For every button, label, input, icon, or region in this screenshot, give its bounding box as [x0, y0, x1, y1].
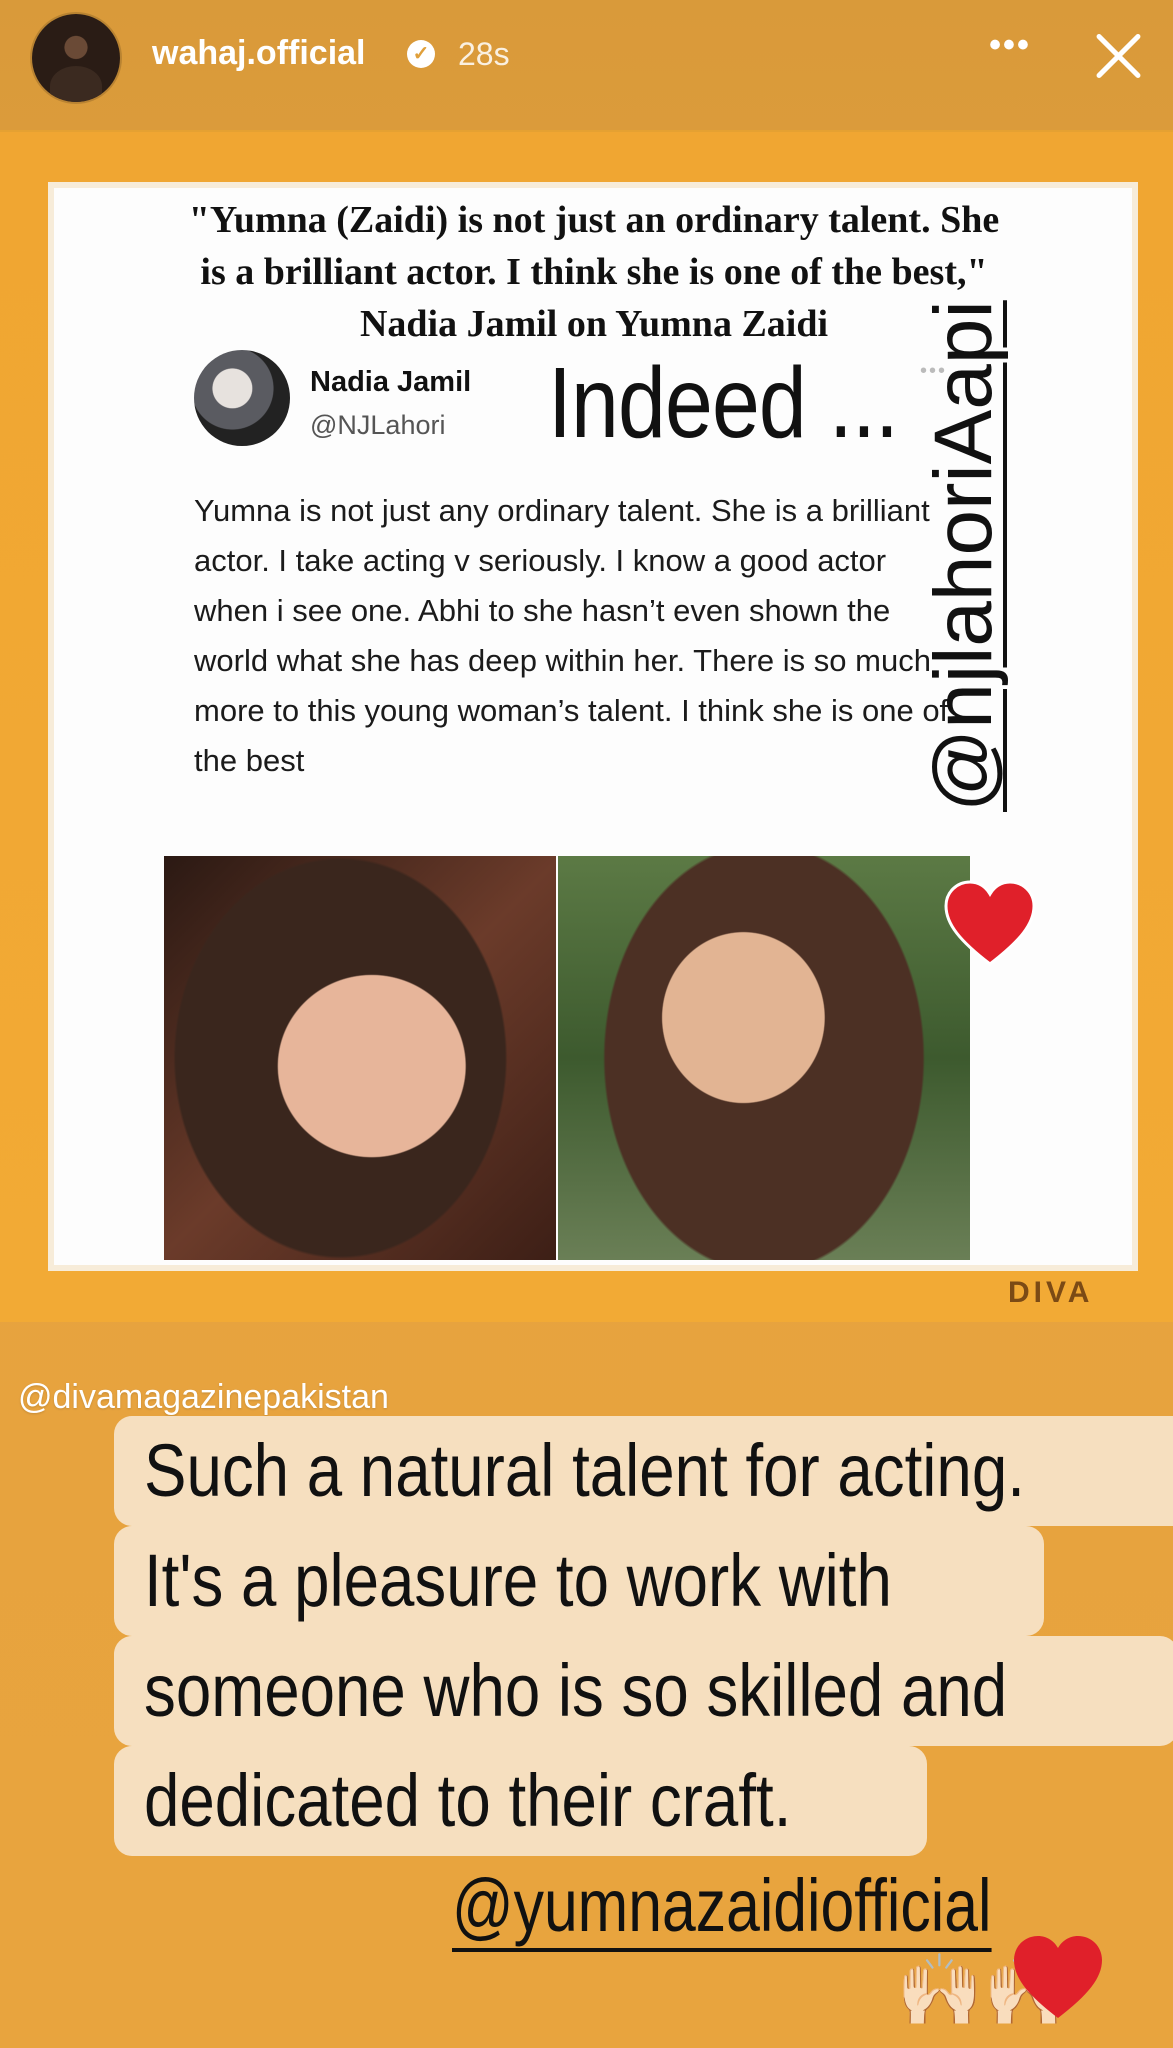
- tweet-body: Yumna is not just any ordinary talent. S…: [194, 493, 949, 778]
- caption-line-3: someone who is so skilled and: [114, 1636, 1173, 1746]
- diva-logo: DIVA: [1008, 1276, 1094, 1309]
- tweet-author-name: Nadia Jamil: [310, 366, 472, 398]
- text-sticker-indeed: Indeed ...: [548, 347, 899, 459]
- heart-icon: [1014, 1936, 1102, 2018]
- story-header: wahaj.official ✓ 28s •••: [0, 0, 1173, 130]
- verified-badge-icon: ✓: [407, 40, 435, 68]
- headline-line-1: "Yumna (Zaidi) is not just an ordinary t…: [188, 199, 1000, 241]
- caption-text-sticker: Such a natural talent for acting. It's a…: [114, 1416, 1173, 1880]
- shared-post-card[interactable]: "Yumna (Zaidi) is not just an ordinary t…: [0, 130, 1173, 1322]
- caption-line-4: dedicated to their craft.: [114, 1746, 927, 1856]
- tweet-author-handle: @NJLahori: [310, 410, 446, 440]
- mention-sticker-njlahori[interactable]: @njlahoriAapi: [905, 252, 1025, 812]
- story-timestamp: 28s: [458, 36, 510, 72]
- profile-avatar[interactable]: [32, 14, 120, 102]
- photo-nadia-jamil: [164, 856, 556, 1260]
- caption-line-2: It's a pleasure to work with: [114, 1526, 1044, 1636]
- more-options-icon[interactable]: •••: [985, 28, 1035, 62]
- username[interactable]: wahaj.official: [152, 34, 366, 73]
- tweet-avatar: [194, 350, 290, 446]
- photo-yumna-zaidi: [558, 856, 970, 1260]
- mention-sticker-label[interactable]: @njlahoriAapi: [918, 300, 1009, 812]
- close-icon[interactable]: [1090, 28, 1146, 84]
- caption-line-1: Such a natural talent for acting.: [114, 1416, 1173, 1526]
- heart-icon: [944, 880, 1036, 966]
- post-credit-mention[interactable]: @divamagazinepakistan: [18, 1378, 389, 1417]
